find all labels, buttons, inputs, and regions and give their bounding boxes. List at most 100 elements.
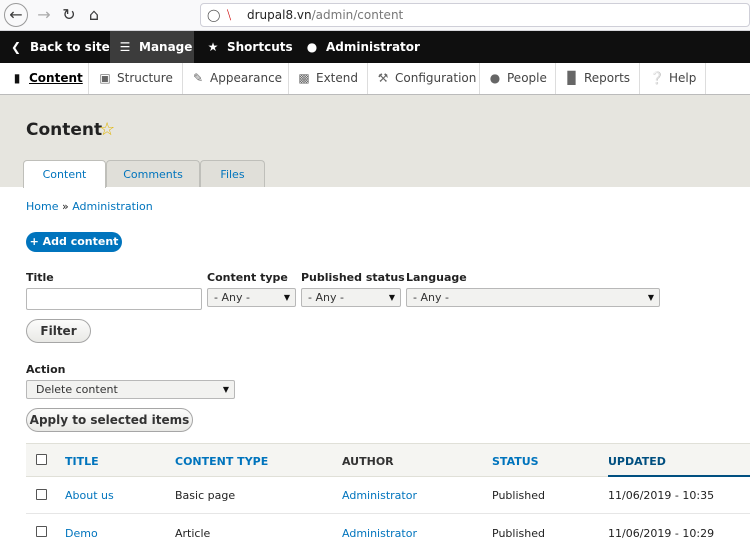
shortcuts-tab[interactable]: ★ Shortcuts [205,31,295,63]
language-label: Language [406,271,467,284]
apply-to-selected-button[interactable]: Apply to selected items [26,408,193,432]
wrench-icon: ⚒ [377,71,389,85]
star-icon: ★ [207,40,219,54]
row-content-type: Basic page [175,489,236,502]
tray-item-content-label: Content [29,71,83,85]
user-label: Administrator [326,40,420,54]
row-status: Published [492,489,545,502]
breadcrumb-administration[interactable]: Administration [72,200,153,213]
tray-item-appearance[interactable]: ✎ Appearance [183,63,289,94]
back-circle-icon: ❮ [10,40,22,54]
add-content-button[interactable]: + Add content [26,232,122,252]
tray-item-help[interactable]: ❔ Help [640,63,706,94]
admin-tray: ▮ Content ▣ Structure ✎ Appearance ▩ Extend … [0,63,750,95]
url-text: drupal8.vn/admin/content [247,4,403,26]
breadcrumb-home[interactable]: Home [26,200,58,213]
row-content-type: Article [175,527,211,540]
table-row: Demo Article Administrator Published 11/… [26,514,750,541]
tab-comments[interactable]: Comments [106,160,200,187]
tray-item-people-label: People [507,71,547,85]
tab-content-label: Content [42,168,87,181]
document-icon: ▮ [13,71,21,85]
tab-files[interactable]: Files [200,160,265,187]
browser-bar: ← → ↻ ⌂ ◯ ⧹ drupal8.vn/admin/content [0,0,750,31]
title-filter-input[interactable] [26,288,202,310]
action-value: Delete content [36,383,118,396]
column-author: AUTHOR [342,455,394,468]
page-header: Content ☆ Content Comments Files [0,95,750,188]
language-value: - Any - [413,291,449,304]
user-icon: ● [306,40,318,54]
column-updated[interactable]: UPDATED [608,455,666,468]
action-label: Action [26,363,66,376]
url-host: drupal8.vn [247,8,312,22]
admin-toolbar: ❮ Back to site ☰ Manage ★ Shortcuts ● Admini… [0,31,750,63]
row-updated: 11/06/2019 - 10:29 [608,527,715,540]
manage-label: Manage [139,40,193,54]
tab-files-label: Files [220,168,245,181]
back-to-site-link[interactable]: ❮ Back to site [8,31,110,63]
breadcrumb: Home » Administration [26,200,153,213]
content-type-value: - Any - [214,291,250,304]
tray-item-content[interactable]: ▮ Content [0,63,89,94]
tray-item-reports-label: Reports [584,71,631,85]
shortcuts-label: Shortcuts [227,40,293,54]
shortcut-star-icon[interactable]: ☆ [99,119,115,140]
column-title[interactable]: TITLE [65,455,99,468]
manage-tab[interactable]: ☰ Manage [110,31,194,63]
sitemap-icon: ▣ [99,71,111,85]
user-tab[interactable]: ● Administrator [304,31,420,63]
select-all-checkbox[interactable] [36,454,47,465]
tray-item-extend[interactable]: ▩ Extend [289,63,368,94]
row-checkbox[interactable] [36,526,47,537]
bar-chart-icon: ▉ [567,71,577,85]
back-arrow-icon[interactable]: ← [4,3,28,27]
row-author-link[interactable]: Administrator [342,489,417,502]
tray-item-configuration-label: Configuration [395,71,477,85]
language-select[interactable]: - Any - ▼ [406,288,660,307]
published-status-select[interactable]: - Any - ▼ [301,288,401,307]
dropdown-arrow-icon: ▼ [388,293,395,302]
row-updated: 11/06/2019 - 10:35 [608,489,715,502]
tray-item-configuration[interactable]: ⚒ Configuration [368,63,480,94]
table-header: TITLE CONTENT TYPE AUTHOR STATUS UPDATED [26,443,750,477]
people-icon: ● [489,71,501,85]
content-table: TITLE CONTENT TYPE AUTHOR STATUS UPDATED… [26,443,750,541]
row-title-link[interactable]: Demo [65,527,98,540]
tray-item-people[interactable]: ● People [480,63,556,94]
dropdown-arrow-icon: ▼ [222,385,229,394]
reload-icon[interactable]: ↻ [57,4,81,26]
tab-content[interactable]: Content [23,160,106,188]
action-select[interactable]: Delete content ▼ [26,380,235,399]
filter-button[interactable]: Filter [26,319,91,343]
back-to-site-label: Back to site [30,40,110,54]
row-title-link[interactable]: About us [65,489,114,502]
tray-item-extend-label: Extend [316,71,358,85]
tab-comments-label: Comments [123,168,183,181]
help-icon: ❔ [649,71,665,85]
tray-item-structure[interactable]: ▣ Structure [89,63,183,94]
row-author-link[interactable]: Administrator [342,527,417,540]
column-content-type[interactable]: CONTENT TYPE [175,455,268,468]
published-status-value: - Any - [308,291,344,304]
content-type-select[interactable]: - Any - ▼ [207,288,296,307]
menu-icon: ☰ [119,40,131,54]
row-status: Published [492,527,545,540]
url-path: /admin/content [311,8,404,22]
tray-item-reports[interactable]: ▉ Reports [556,63,640,94]
column-status[interactable]: STATUS [492,455,539,468]
published-status-label: Published status [301,271,405,284]
page-title: Content [26,120,103,140]
insecure-lock-icon[interactable]: ⧹ [227,4,231,26]
shield-icon[interactable]: ◯ [207,4,220,26]
puzzle-icon: ▩ [298,71,310,85]
home-icon[interactable]: ⌂ [82,4,106,26]
row-checkbox[interactable] [36,489,47,500]
tray-item-appearance-label: Appearance [210,71,283,85]
forward-arrow-icon[interactable]: → [32,4,56,26]
dropdown-arrow-icon: ▼ [283,293,290,302]
content-type-label: Content type [207,271,288,284]
paint-icon: ✎ [192,71,204,85]
dropdown-arrow-icon: ▼ [647,293,654,302]
address-bar[interactable]: ◯ ⧹ drupal8.vn/admin/content [200,3,750,27]
